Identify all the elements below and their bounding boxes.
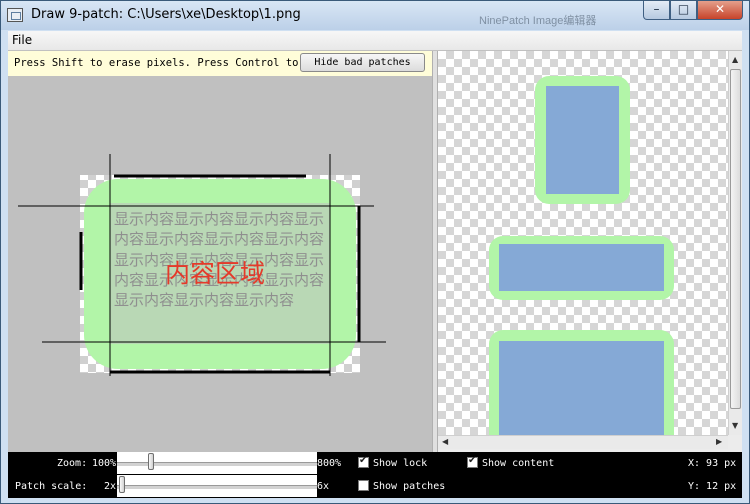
main-area: Press Shift to erase pixels. Press Contr… — [8, 51, 742, 452]
content-area-label: 内容区域 — [165, 259, 266, 288]
maximize-button[interactable]: □ — [670, 1, 697, 20]
stretch-preview-panel — [438, 51, 728, 435]
y-coordinate-readout: Y: 12 px — [688, 481, 737, 492]
show-patches-checkbox[interactable] — [358, 480, 369, 491]
minimize-button[interactable]: – — [643, 1, 670, 20]
zoom-min-label: 100% — [92, 458, 117, 469]
window-title: Draw 9-patch: C:\Users\xe\Desktop\1.png — [31, 7, 301, 22]
close-button[interactable]: ✕ — [697, 1, 743, 20]
show-content-checkbox[interactable] — [467, 455, 478, 468]
menu-bar: File — [8, 31, 742, 51]
menu-file[interactable]: File — [12, 33, 32, 47]
preview-canvas — [489, 76, 674, 435]
show-lock-label[interactable]: Show lock — [373, 458, 427, 469]
patch-scale-max-label: 6x — [317, 481, 330, 492]
patch-scale-slider[interactable] — [117, 475, 317, 497]
zoom-slider[interactable] — [117, 452, 317, 474]
title-bar[interactable]: Draw 9-patch: C:\Users\xe\Desktop\1.png … — [1, 1, 749, 30]
window-controls: – □ ✕ — [643, 1, 743, 20]
draw9patch-window: Draw 9-patch: C:\Users\xe\Desktop\1.png … — [0, 0, 750, 504]
scroll-down-icon[interactable]: ▼ — [732, 421, 738, 430]
zoom-label: Zoom: — [57, 458, 88, 469]
scroll-left-icon[interactable]: ◀ — [442, 437, 448, 446]
patch-editor-panel[interactable]: Press Shift to erase pixels. Press Contr… — [8, 51, 432, 452]
scroll-up-icon[interactable]: ▲ — [732, 55, 738, 64]
vertical-scrollbar[interactable]: ▲ ▼ — [728, 51, 742, 435]
zoom-max-label: 800% — [317, 458, 342, 469]
app-icon — [7, 8, 23, 22]
patch-scale-slider-knob[interactable] — [119, 476, 125, 493]
preview-tall-content — [546, 86, 619, 194]
scroll-right-icon[interactable]: ▶ — [716, 437, 722, 446]
status-bar: Zoom: 100% 800% Patch scale: 2x 6x Show … — [8, 452, 742, 498]
patch-scale-label: Patch scale: — [15, 481, 88, 492]
show-lock-checkbox[interactable] — [358, 455, 369, 468]
help-bar: Press Shift to erase pixels. Press Contr… — [8, 51, 432, 76]
vertical-scroll-thumb[interactable] — [730, 69, 741, 409]
background-window-title: NinePatch Image编辑器 — [479, 15, 597, 27]
preview-wide-content — [499, 244, 664, 291]
hide-bad-patches-button[interactable]: Hide bad patches — [300, 53, 425, 72]
show-content-label[interactable]: Show content — [482, 458, 554, 469]
preview-large-content — [499, 341, 664, 435]
horizontal-scrollbar[interactable]: ◀ ▶ — [438, 435, 728, 449]
show-patches-label[interactable]: Show patches — [373, 481, 445, 492]
patch-scale-slider-track — [117, 485, 317, 489]
patch-scale-min-label: 2x — [104, 481, 117, 492]
zoom-slider-knob[interactable] — [147, 453, 154, 470]
x-coordinate-readout: X: 93 px — [688, 458, 737, 469]
